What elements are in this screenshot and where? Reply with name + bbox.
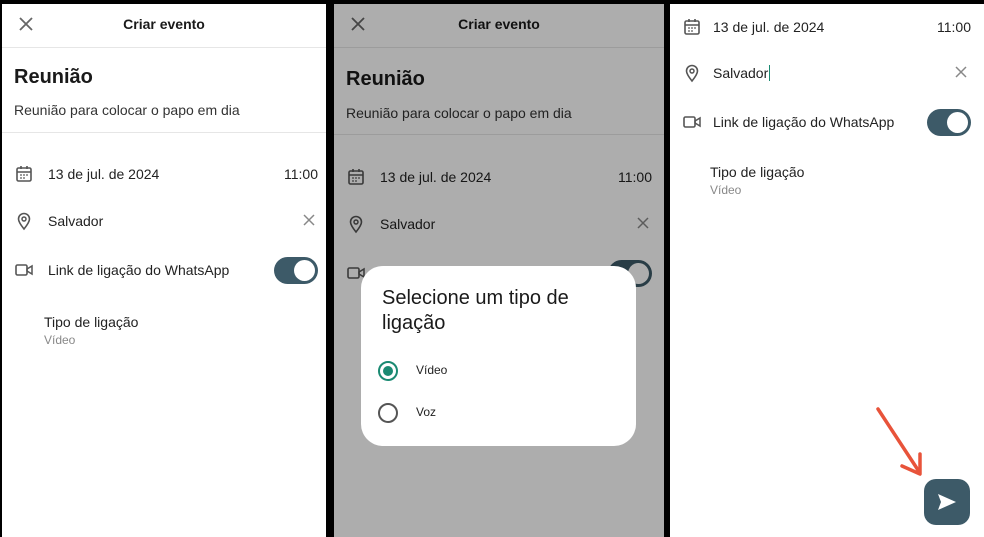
option-label: Voz bbox=[416, 405, 437, 419]
location-pin-icon bbox=[682, 63, 702, 83]
event-details-screen: 13 de jul. de 2024 11:00 Salvador Link d… bbox=[670, 4, 984, 537]
send-icon bbox=[938, 494, 956, 510]
whatsapp-link-label: Link de ligação do WhatsApp bbox=[48, 262, 230, 278]
time-value[interactable]: 11:00 bbox=[284, 166, 318, 182]
date-row[interactable]: 13 de jul. de 2024 11:00 bbox=[2, 161, 326, 189]
call-type-label: Tipo de ligação bbox=[710, 164, 805, 180]
dialog-title: Selecione um tipo de ligação bbox=[382, 287, 569, 334]
location-pin-icon bbox=[14, 211, 34, 231]
event-title-field[interactable]: Reunião bbox=[14, 66, 93, 89]
send-button[interactable] bbox=[924, 479, 970, 525]
calendar-icon bbox=[14, 164, 34, 184]
whatsapp-link-toggle[interactable] bbox=[274, 257, 318, 284]
call-type-value: Vídeo bbox=[44, 333, 76, 347]
call-type-value: Vídeo bbox=[710, 183, 742, 197]
whatsapp-link-label: Link de ligação do WhatsApp bbox=[713, 114, 895, 130]
page-title: Criar evento bbox=[123, 16, 205, 32]
call-type-dialog: Selecione um tipo de ligação Vídeo Voz bbox=[361, 266, 636, 446]
time-value[interactable]: 11:00 bbox=[937, 19, 971, 35]
whatsapp-link-toggle[interactable] bbox=[927, 109, 971, 136]
video-camera-icon bbox=[682, 112, 702, 132]
radio-unselected-icon[interactable] bbox=[378, 403, 398, 423]
call-type-label: Tipo de ligação bbox=[44, 314, 139, 330]
location-value: Salvador bbox=[713, 65, 769, 81]
create-event-screen: Criar evento Reunião Reunião para coloca… bbox=[2, 4, 326, 537]
divider bbox=[2, 132, 326, 133]
date-row[interactable]: 13 de jul. de 2024 11:00 bbox=[670, 14, 984, 42]
option-video[interactable]: Vídeo bbox=[378, 359, 598, 383]
location-row[interactable]: Salvador bbox=[670, 60, 984, 88]
top-bar: Criar evento bbox=[2, 4, 326, 48]
toggle-knob bbox=[294, 260, 315, 281]
whatsapp-link-row: Link de ligação do WhatsApp bbox=[2, 257, 326, 285]
location-input[interactable]: Salvador bbox=[713, 65, 771, 81]
call-type-dialog-screen: Criar evento Reunião Reunião para coloca… bbox=[334, 4, 664, 537]
whatsapp-link-row: Link de ligação do WhatsApp bbox=[670, 109, 984, 137]
annotation-arrow-icon bbox=[876, 407, 922, 476]
date-value: 13 de jul. de 2024 bbox=[48, 166, 160, 182]
calendar-icon bbox=[682, 17, 702, 37]
event-description-field[interactable]: Reunião para colocar o papo em dia bbox=[14, 102, 240, 118]
clear-location-icon[interactable] bbox=[302, 213, 316, 227]
toggle-knob bbox=[947, 112, 968, 133]
location-row[interactable]: Salvador bbox=[2, 208, 326, 236]
date-value: 13 de jul. de 2024 bbox=[713, 19, 825, 35]
clear-location-icon[interactable] bbox=[954, 65, 968, 79]
call-type-row[interactable]: Tipo de ligação Vídeo bbox=[44, 314, 138, 347]
video-camera-icon bbox=[14, 260, 34, 280]
location-value: Salvador bbox=[48, 213, 104, 229]
call-type-row[interactable]: Tipo de ligação Vídeo bbox=[710, 164, 804, 197]
option-label: Vídeo bbox=[416, 363, 448, 377]
radio-selected-icon[interactable] bbox=[378, 361, 398, 381]
option-voice[interactable]: Voz bbox=[378, 401, 598, 425]
text-cursor bbox=[769, 65, 771, 81]
